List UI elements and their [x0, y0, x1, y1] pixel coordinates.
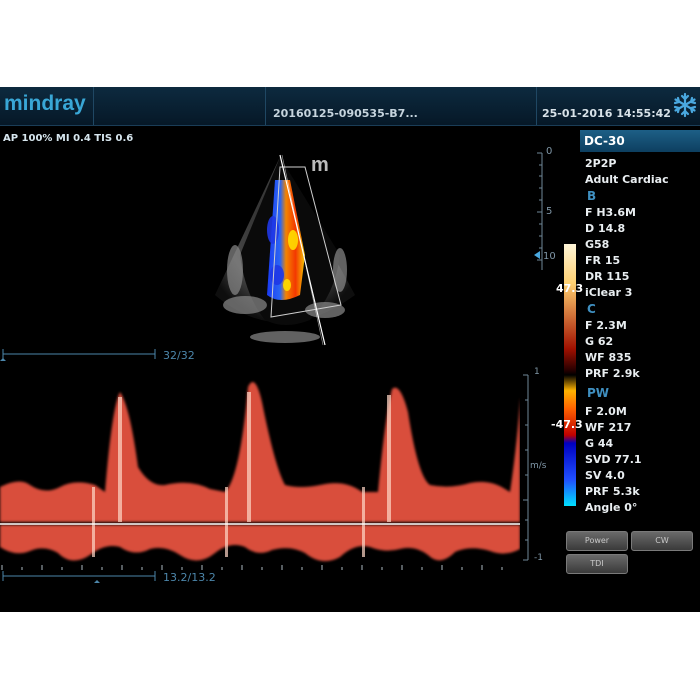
topbar-divider: [93, 87, 94, 125]
pw-mode-header: PW: [587, 386, 610, 400]
velocity-max-label: 1: [534, 367, 540, 377]
pw-param: WF 217: [585, 421, 632, 434]
cw-button[interactable]: CW: [631, 531, 693, 551]
velocity-unit-label: m/s: [530, 461, 547, 471]
probe-orientation-marker: m: [311, 154, 329, 176]
spectral-doppler-trace: [0, 382, 520, 570]
pw-param: Angle 0°: [585, 501, 638, 514]
ultrasound-image: [215, 154, 355, 346]
pw-param: SV 4.0: [585, 469, 625, 482]
exam-label: Adult Cardiac: [585, 173, 669, 186]
sweep-count-bottom: 13.2/13.2: [163, 571, 216, 584]
color-mode-header: C: [587, 302, 596, 316]
ultrasound-screen: mindray 20160125-090535-B7... 25-01-2016…: [0, 87, 700, 612]
sweep-range-top: [0, 349, 156, 361]
study-id: 20160125-090535-B7...: [273, 107, 418, 120]
pw-param: G 44: [585, 437, 614, 450]
pw-param: SVD 77.1: [585, 453, 642, 466]
probe-name: DC-30: [584, 134, 625, 148]
depth-label: 5: [546, 206, 553, 217]
topbar-divider: [536, 87, 537, 125]
c-param: F 2.3M: [585, 319, 627, 332]
topbar-divider: [265, 87, 266, 125]
pw-param: F 2.0M: [585, 405, 627, 418]
sweep-range-bottom: [2, 571, 156, 583]
preset-label: 2P2P: [585, 157, 617, 170]
velocity-min-label: -1: [534, 553, 543, 563]
depth-label: 0: [546, 146, 553, 157]
b-param: iClear 3: [585, 286, 633, 299]
b-param: F H3.6M: [585, 206, 636, 219]
date-time: 25-01-2016 14:55:42: [542, 107, 671, 120]
b-param: G58: [585, 238, 610, 251]
snowflake-icon[interactable]: [672, 92, 698, 118]
b-param: FR 15: [585, 254, 621, 267]
b-param: DR 115: [585, 270, 630, 283]
tdi-button[interactable]: TDI: [566, 554, 628, 574]
probe-header: DC-30: [580, 130, 700, 152]
b-param: D 14.8: [585, 222, 626, 235]
sweep-count-top: 32/32: [163, 349, 195, 362]
pw-param: PRF 5.3k: [585, 485, 640, 498]
depth-label: 10: [543, 251, 556, 262]
b-mode-header: B: [587, 189, 597, 203]
top-bar: mindray 20160125-090535-B7... 25-01-2016…: [0, 87, 700, 126]
brand-logo: mindray: [4, 92, 86, 115]
c-param: G 62: [585, 335, 614, 348]
c-param: WF 835: [585, 351, 632, 364]
c-param: PRF 2.9k: [585, 367, 640, 380]
color-scale-min: -47.3: [551, 418, 583, 431]
acoustic-output: AP 100% MI 0.4 TIS 0.6: [3, 133, 134, 144]
power-button[interactable]: Power: [566, 531, 628, 551]
